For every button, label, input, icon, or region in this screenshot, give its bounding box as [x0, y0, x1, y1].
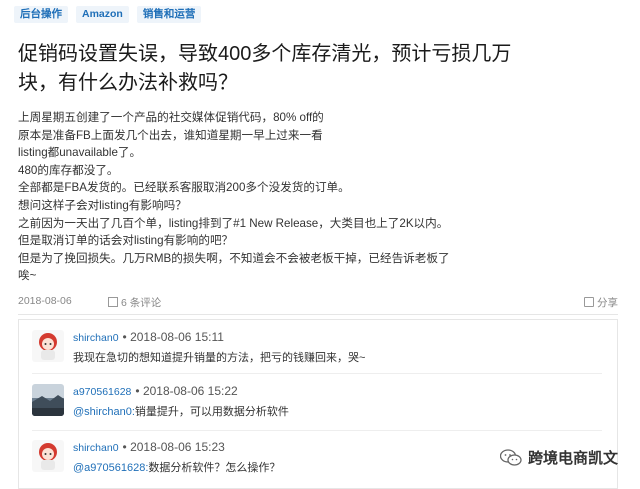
comment-divider: [32, 373, 602, 374]
avatar[interactable]: [32, 440, 64, 472]
comment-header: shirchan0 • 2018-08-06 15:11: [73, 330, 224, 344]
comment-mention[interactable]: @shirchan0:: [73, 406, 135, 418]
wechat-icon: [500, 448, 522, 467]
comment-time: • 2018-08-06 15:23: [122, 440, 225, 454]
tag-sales-ops[interactable]: 销售和运营: [136, 6, 202, 23]
comments-count-label: 6 条评论: [121, 297, 162, 309]
comment-header: shirchan0 • 2018-08-06 15:23: [73, 440, 225, 454]
post-body-line: 上周星期五创建了一个产品的社交媒体促销代码，80% off的: [18, 111, 324, 124]
avatar[interactable]: [32, 330, 64, 362]
comments-toggle[interactable]: 6 条评论: [108, 295, 161, 310]
comment-item: a970561628 • 2018-08-06 15:22 @shirchan0:…: [32, 382, 602, 432]
tag-amazon[interactable]: Amazon: [76, 6, 129, 23]
post-body: 上周星期五创建了一个产品的社交媒体促销代码，80% off的 原本是准备FB上面…: [18, 109, 618, 285]
comment-item: shirchan0 • 2018-08-06 15:11 我现在急切的想知道提升销…: [32, 328, 602, 378]
watermark-text: 跨境电商凯文: [528, 450, 619, 467]
tag-backend-ops[interactable]: 后台操作: [14, 6, 68, 23]
comment-text: 我现在急切的想知道提升销量的方法，把亏的钱赚回来，哭~: [73, 349, 365, 365]
post-body-line: 唉~: [18, 269, 37, 283]
comment-body: 销量提升，可以用数据分析软件: [134, 406, 289, 418]
post-body-line: 原本是准备FB上面发几个出去，谁知道星期一早上过来一看: [18, 128, 323, 142]
share-icon: [584, 297, 594, 307]
post-body-line: listing都unavailable了。: [18, 146, 142, 160]
comment-username[interactable]: a970561628: [73, 386, 131, 398]
tag-bar: 后台操作 Amazon 销售和运营: [14, 6, 202, 23]
post-title-line1: 促销码设置失误，导致400多个库存清光，预计亏损几万: [18, 43, 512, 65]
share-label: 分享: [597, 297, 618, 309]
watermark: 跨境电商凯文: [500, 447, 618, 468]
post-body-line: 之前因为一天出了几百个单，listing排到了#1 New Release，大类…: [18, 216, 449, 230]
post-body-line: 但是取消订单的话会对listing有影响的吧？: [18, 234, 234, 248]
comment-username[interactable]: shirchan0: [73, 442, 119, 454]
comment-text: @shirchan0:销量提升，可以用数据分析软件: [73, 403, 289, 419]
post-body-line: 想问这样子会对listing有影响吗？: [18, 198, 187, 212]
avatar[interactable]: [32, 384, 64, 416]
post-body-line: 全部都是FBA发货的。已经联系客服取消200多个没发货的订单。: [18, 181, 350, 195]
meta-divider: [18, 314, 618, 315]
comment-divider: [32, 430, 602, 431]
comment-time: • 2018-08-06 15:11: [122, 330, 224, 344]
comment-body: 数据分析软件？怎么操作？: [148, 462, 281, 474]
comment-mention[interactable]: @a970561628:: [73, 462, 148, 474]
comment-header: a970561628 • 2018-08-06 15:22: [73, 384, 238, 398]
post-body-line: 但是为了挽回损失。几万RMB的损失啊，不知道会不会被老板干掉，已经告诉老板了: [18, 251, 450, 265]
comment-text: @a970561628:数据分析软件？怎么操作？: [73, 459, 280, 475]
post-date: 2018-08-06: [18, 295, 72, 307]
comment-body: 我现在急切的想知道提升销量的方法，把亏的钱赚回来，哭~: [73, 352, 366, 364]
post-body-line: 480的库存都没了。: [18, 163, 119, 177]
post-title: 促销码设置失误，导致400多个库存清光，预计亏损几万 块，有什么办法补救吗？: [18, 40, 618, 98]
comment-icon: [108, 297, 118, 307]
comment-time: • 2018-08-06 15:22: [135, 384, 238, 398]
post-title-line2: 块，有什么办法补救吗？: [18, 72, 238, 94]
comment-username[interactable]: shirchan0: [73, 332, 119, 344]
share-button[interactable]: 分享: [584, 295, 618, 310]
post-meta: 2018-08-06 6 条评论 分享: [18, 295, 618, 311]
